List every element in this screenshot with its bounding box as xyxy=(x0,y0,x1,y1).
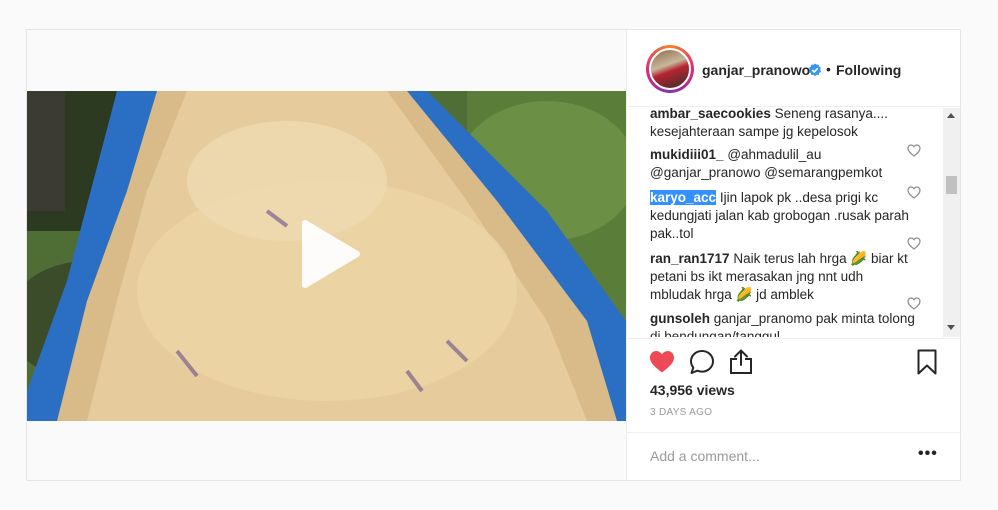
play-icon[interactable] xyxy=(297,219,361,289)
comment-item: ran_ran1717 Naik terus lah hrga 🌽 biar k… xyxy=(650,250,915,304)
add-comment-bar: ••• xyxy=(627,432,962,481)
following-button[interactable]: Following xyxy=(836,62,901,78)
comment-input[interactable] xyxy=(650,448,890,464)
comment-heart-icon[interactable] xyxy=(907,297,921,310)
view-count[interactable]: 43,956 views xyxy=(650,382,735,398)
save-icon[interactable] xyxy=(917,349,937,375)
comment-icon[interactable] xyxy=(689,349,715,375)
comment-user[interactable]: ran_ran1717 xyxy=(650,251,730,266)
comment-item: mukidiii01_ @ahmadulil_au @ganjar_pranow… xyxy=(650,146,915,182)
comment-item: ambar_saecookies Seneng rasanya.... kese… xyxy=(650,108,915,141)
comments-scrollbar[interactable] xyxy=(943,108,960,337)
comments-list[interactable]: ambar_saecookies Seneng rasanya.... kese… xyxy=(627,108,962,337)
share-icon[interactable] xyxy=(729,348,753,374)
comment-item: gunsoleh ganjar_pranomo pak minta tolong… xyxy=(650,310,915,337)
verified-icon xyxy=(809,63,821,77)
separator-dot: • xyxy=(826,61,831,77)
comment-user[interactable]: gunsoleh xyxy=(650,311,710,326)
comment-user[interactable]: ambar_saecookies xyxy=(650,108,771,121)
instagram-post: ganjar_pranowo • Following ambar_saecook… xyxy=(26,29,962,481)
scroll-thumb[interactable] xyxy=(946,176,957,194)
scroll-up-arrow-icon[interactable] xyxy=(947,113,955,118)
like-icon[interactable] xyxy=(649,350,675,374)
author-username[interactable]: ganjar_pranowo xyxy=(702,62,810,78)
comment-user[interactable]: mukidiii01_ xyxy=(650,147,724,162)
comment-heart-icon[interactable] xyxy=(907,237,921,250)
post-sidebar: ganjar_pranowo • Following ambar_saecook… xyxy=(626,30,962,480)
post-header: ganjar_pranowo • Following xyxy=(627,30,962,107)
avatar[interactable] xyxy=(649,48,691,90)
scroll-down-arrow-icon[interactable] xyxy=(947,325,955,330)
story-ring[interactable] xyxy=(646,45,694,93)
media-panel xyxy=(27,30,626,480)
comment-item: karyo_acc Ijin lapok pk ..desa prigi kc … xyxy=(650,189,915,243)
video-player[interactable] xyxy=(27,91,626,421)
comment-user[interactable]: karyo_acc xyxy=(650,190,717,205)
post-actions: 43,956 views 3 DAYS AGO ••• xyxy=(627,338,962,480)
more-options-button[interactable]: ••• xyxy=(918,445,938,463)
post-date[interactable]: 3 DAYS AGO xyxy=(650,407,712,418)
